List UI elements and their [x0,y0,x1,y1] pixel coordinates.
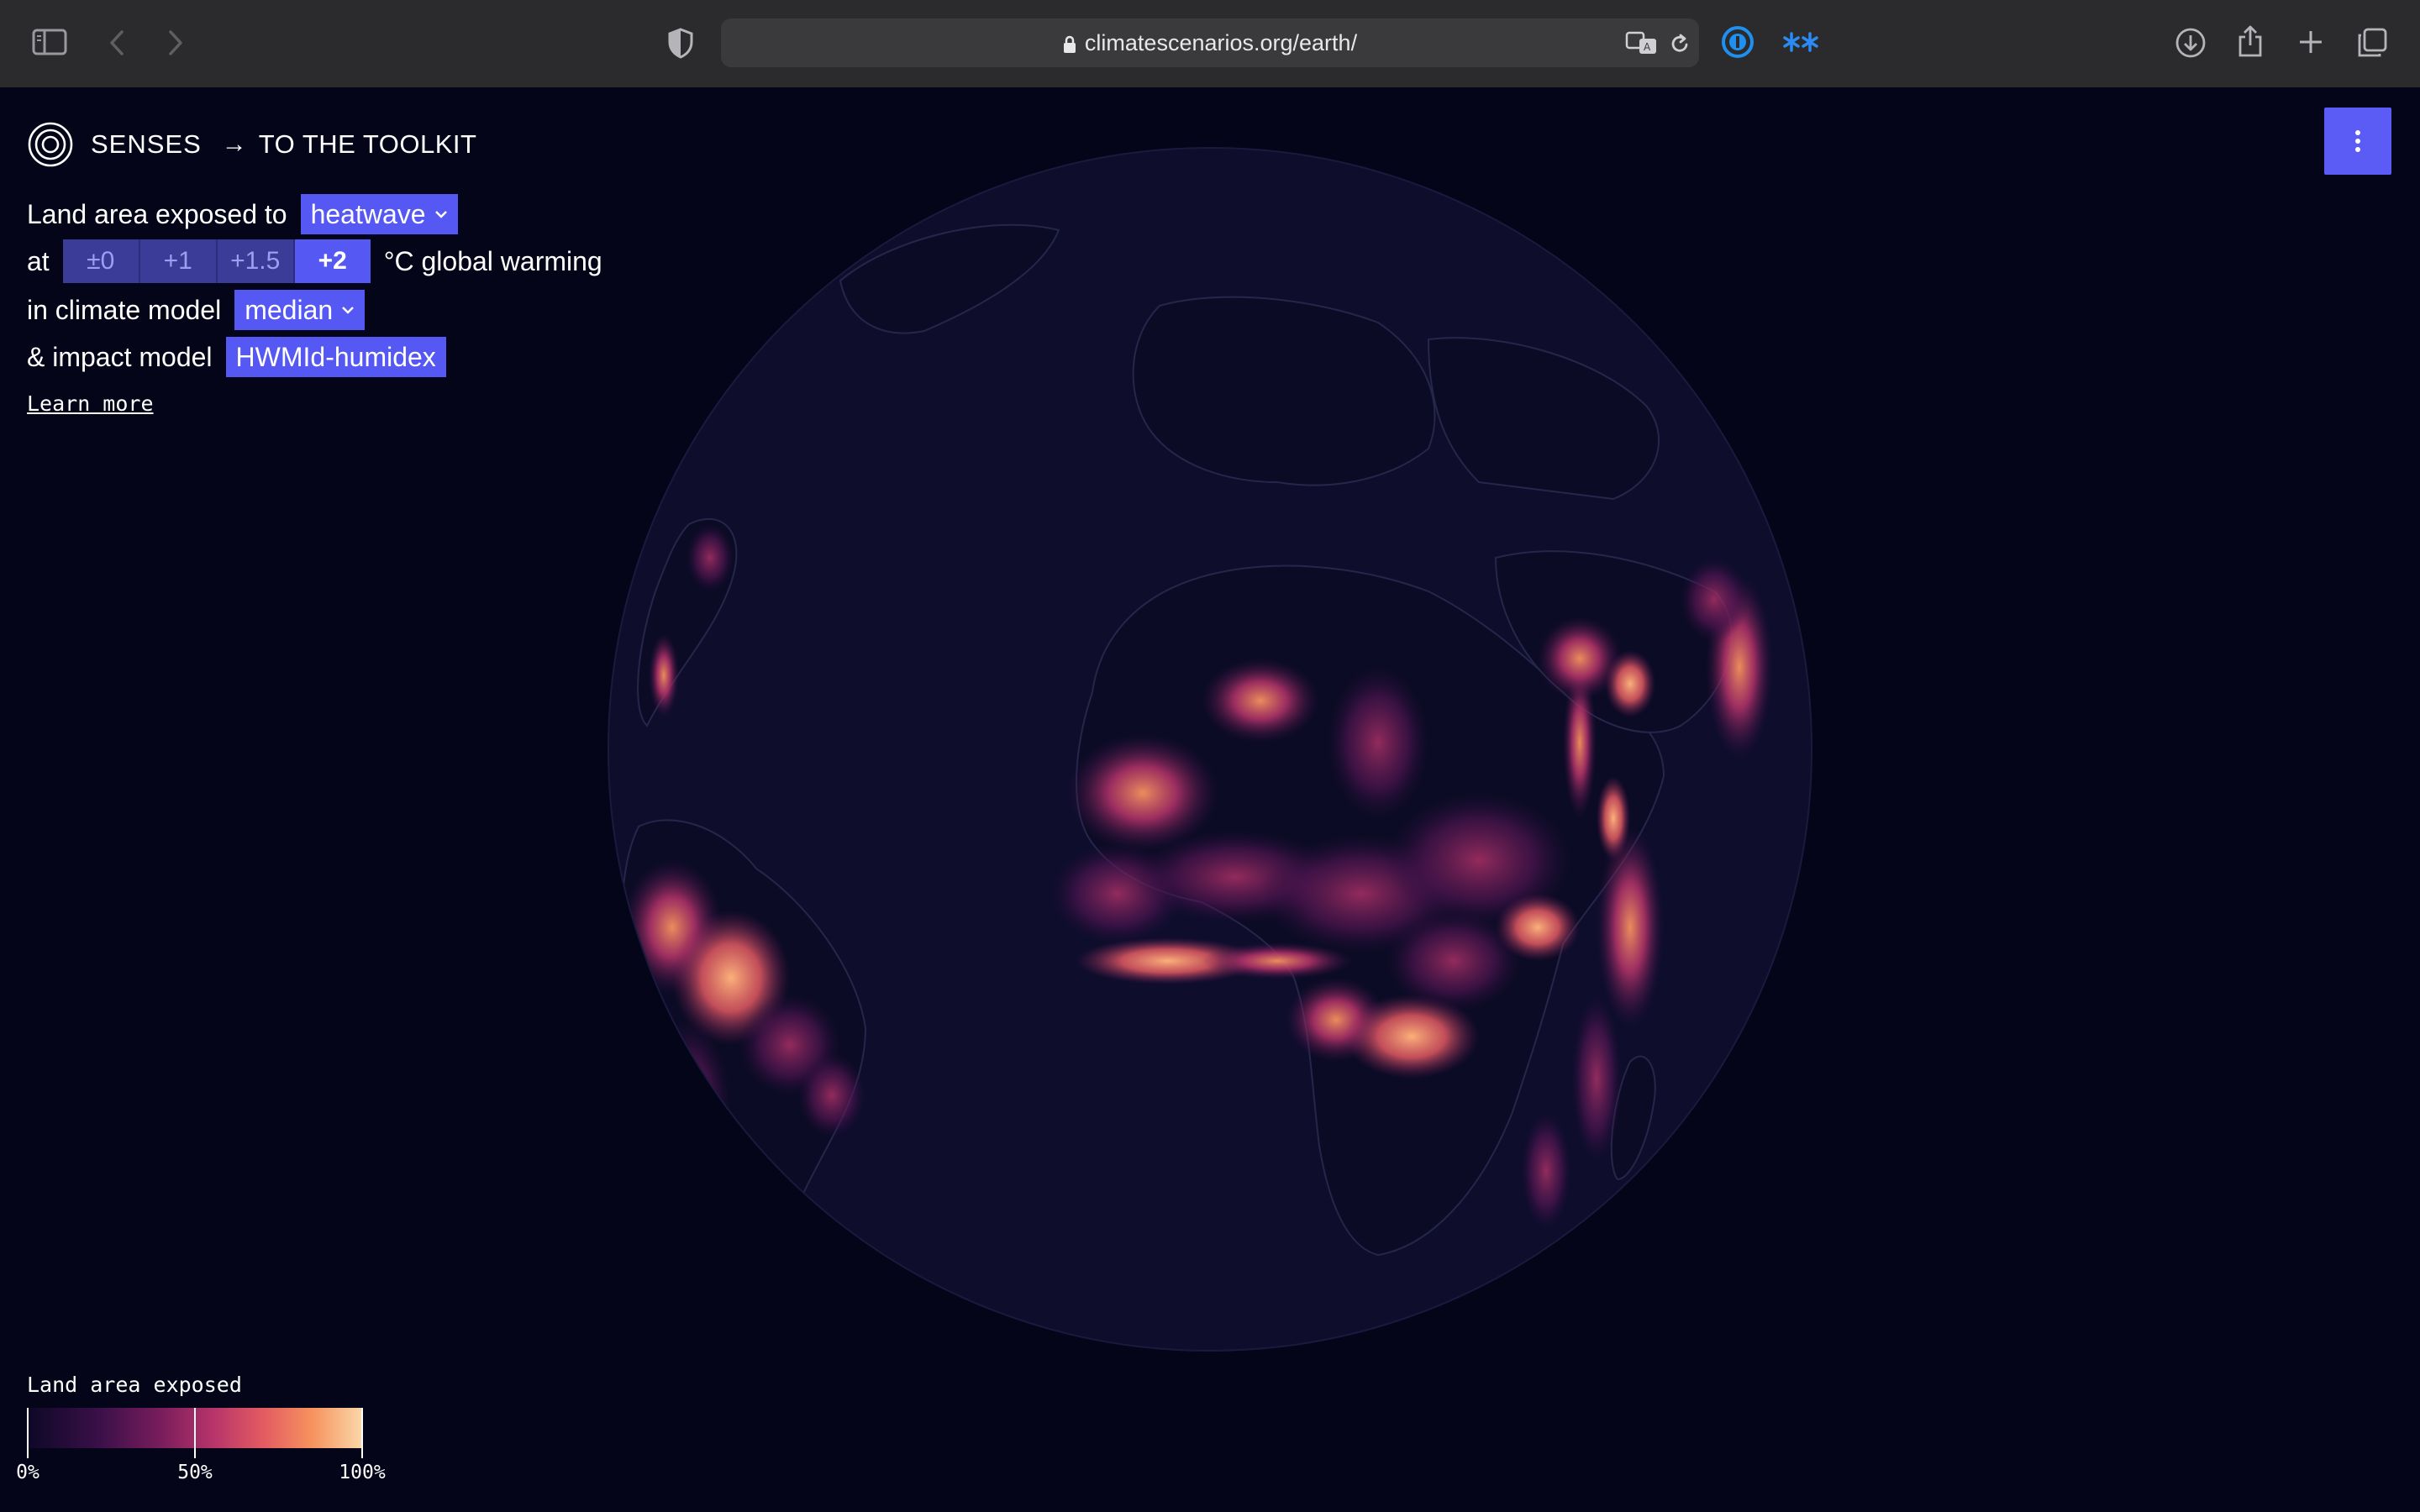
downloads-icon[interactable] [2175,27,2207,59]
back-icon[interactable] [108,29,126,57]
svg-text:A: A [1644,41,1651,53]
address-bar[interactable]: climatescenarios.org/earth/ A [721,18,1699,67]
impact-model-row: & impact model HWMId-humidex [27,336,446,378]
tab-overview-icon[interactable] [2356,27,2388,59]
more-menu-button[interactable] [2324,108,2391,175]
legend-tick-0 [27,1408,29,1458]
legend-title: Land area exposed [27,1373,242,1397]
climate-model-row: in climate model median [27,289,366,331]
toolkit-link[interactable]: TO THE TOOLKIT [259,129,477,160]
url-text: climatescenarios.org/earth/ [1084,30,1358,55]
warming-prefix: at [27,245,50,276]
warming-option-2[interactable]: +2 [294,239,371,283]
chevron-down-icon [342,307,355,314]
password-manager-icon[interactable] [1721,25,1754,59]
sidebar-toggle-icon[interactable] [32,29,67,55]
legend-label-0: 0% [16,1462,39,1483]
arrow-right-icon: → [221,130,247,158]
share-icon[interactable] [2237,24,2264,59]
legend-label-50: 50% [177,1462,213,1483]
legend-label-100: 100% [339,1462,386,1483]
warming-option-1[interactable]: +1 [139,239,218,283]
warming-option-0[interactable]: ±0 [62,239,140,283]
legend-tick-100 [361,1408,363,1458]
climate-model-value: median [245,294,334,325]
extension-icon[interactable] [1783,27,1820,57]
impact-model-dropdown[interactable]: HWMId-humidex [225,337,446,377]
hazard-dropdown[interactable]: heatwave [300,194,458,234]
hazard-row: Land area exposed to heatwave [27,193,458,235]
browser-toolbar: climatescenarios.org/earth/ A [0,0,2420,89]
more-vertical-icon-dot [2355,147,2360,152]
hazard-value: heatwave [310,198,426,229]
brand-name[interactable]: SENSES [91,129,202,160]
senses-logo-icon[interactable] [27,121,74,168]
climate-model-dropdown[interactable]: median [234,290,366,330]
reload-icon[interactable] [1669,32,1691,55]
more-vertical-icon-dot [2355,139,2360,144]
page-content: SENSES → TO THE TOOLKIT Land area expose… [0,87,2420,1512]
hazard-label: Land area exposed to [27,198,287,229]
chevron-down-icon [434,211,447,218]
climate-model-label: in climate model [27,294,222,325]
warming-level-selector: ±0 +1 +1.5 +2 [62,239,371,283]
learn-more-link[interactable]: Learn more [27,391,154,416]
impact-model-label: & impact model [27,341,213,372]
lock-icon [1063,35,1076,53]
legend-tick-50 [194,1408,196,1458]
warming-row: at ±0 +1 +1.5 +2 °C global warming [27,239,602,283]
impact-model-value: HWMId-humidex [235,341,436,372]
translate-icon[interactable]: A [1625,30,1659,55]
brand-header: SENSES → TO THE TOOLKIT [27,119,476,170]
new-tab-icon[interactable] [2297,29,2324,55]
privacy-shield-icon[interactable] [667,27,694,59]
warming-option-1-5[interactable]: +1.5 [217,239,295,283]
more-vertical-icon [2355,130,2360,135]
warming-suffix: °C global warming [383,245,602,276]
forward-icon[interactable] [166,29,185,57]
